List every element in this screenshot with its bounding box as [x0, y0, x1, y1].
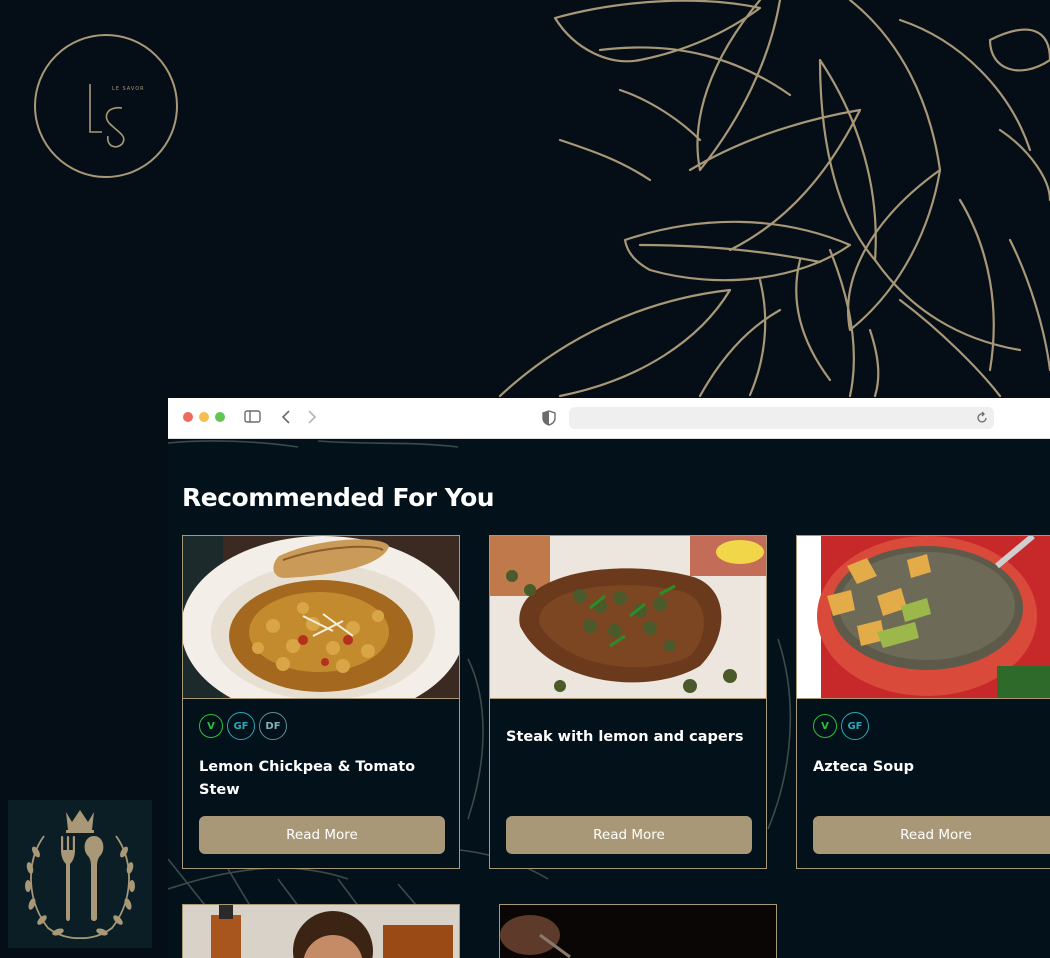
read-more-button[interactable]: Read More [813, 816, 1050, 854]
browser-toolbar [168, 398, 1050, 439]
page-content: Recommended For You V GF DF Lemon Chickp… [168, 439, 1050, 958]
minimize-window-button[interactable] [199, 412, 209, 422]
recipe-card[interactable]: V GF DF Lemon Chickpea & Tomato Stew Rea… [182, 535, 460, 869]
dairy-free-tag: DF [259, 712, 287, 740]
brand-logo[interactable]: LE SAVOR [34, 34, 178, 178]
chevron-left-icon[interactable] [280, 409, 292, 425]
chevron-right-icon[interactable] [306, 409, 318, 425]
read-more-button[interactable]: Read More [506, 816, 752, 854]
gluten-free-tag: GF [227, 712, 255, 740]
vegan-tag: V [199, 714, 223, 738]
recipe-photo[interactable] [183, 905, 460, 958]
recipe-card[interactable] [499, 904, 777, 958]
logo-monogram-icon: LE SAVOR [89, 84, 145, 148]
recipe-card[interactable]: Steak with lemon and capers Read More [489, 535, 767, 869]
section-title: Recommended For You [182, 483, 495, 512]
recipe-photo-chickpea-stew[interactable] [183, 536, 459, 699]
recipe-photo-steak[interactable] [490, 536, 766, 699]
reload-icon[interactable] [976, 411, 988, 425]
recipe-title[interactable]: Steak with lemon and capers [506, 726, 750, 749]
address-bar[interactable] [569, 407, 994, 429]
recipe-title[interactable]: Azteca Soup [813, 756, 1050, 779]
logo-wordmark: LE SAVOR [112, 86, 145, 92]
gluten-free-tag: GF [841, 712, 869, 740]
browser-window: Recommended For You V GF DF Lemon Chickp… [168, 398, 1050, 958]
recipe-card[interactable] [182, 904, 460, 958]
recipe-card[interactable]: V GF Azteca Soup Read More [796, 535, 1050, 869]
recipe-photo-azteca-soup[interactable] [797, 536, 1050, 699]
crest-badge [8, 800, 152, 948]
vegan-tag: V [813, 714, 837, 738]
recipe-title[interactable]: Lemon Chickpea & Tomato Stew [199, 756, 443, 802]
diet-tags: V GF DF [199, 712, 287, 740]
maximize-window-button[interactable] [215, 412, 225, 422]
diet-tags: V GF [813, 712, 869, 740]
shield-icon[interactable] [542, 410, 556, 426]
sidebar-icon[interactable] [244, 410, 262, 424]
recipe-photo[interactable] [500, 905, 777, 958]
close-window-button[interactable] [183, 412, 193, 422]
read-more-button[interactable]: Read More [199, 816, 445, 854]
laurel-cutlery-icon [25, 810, 135, 940]
